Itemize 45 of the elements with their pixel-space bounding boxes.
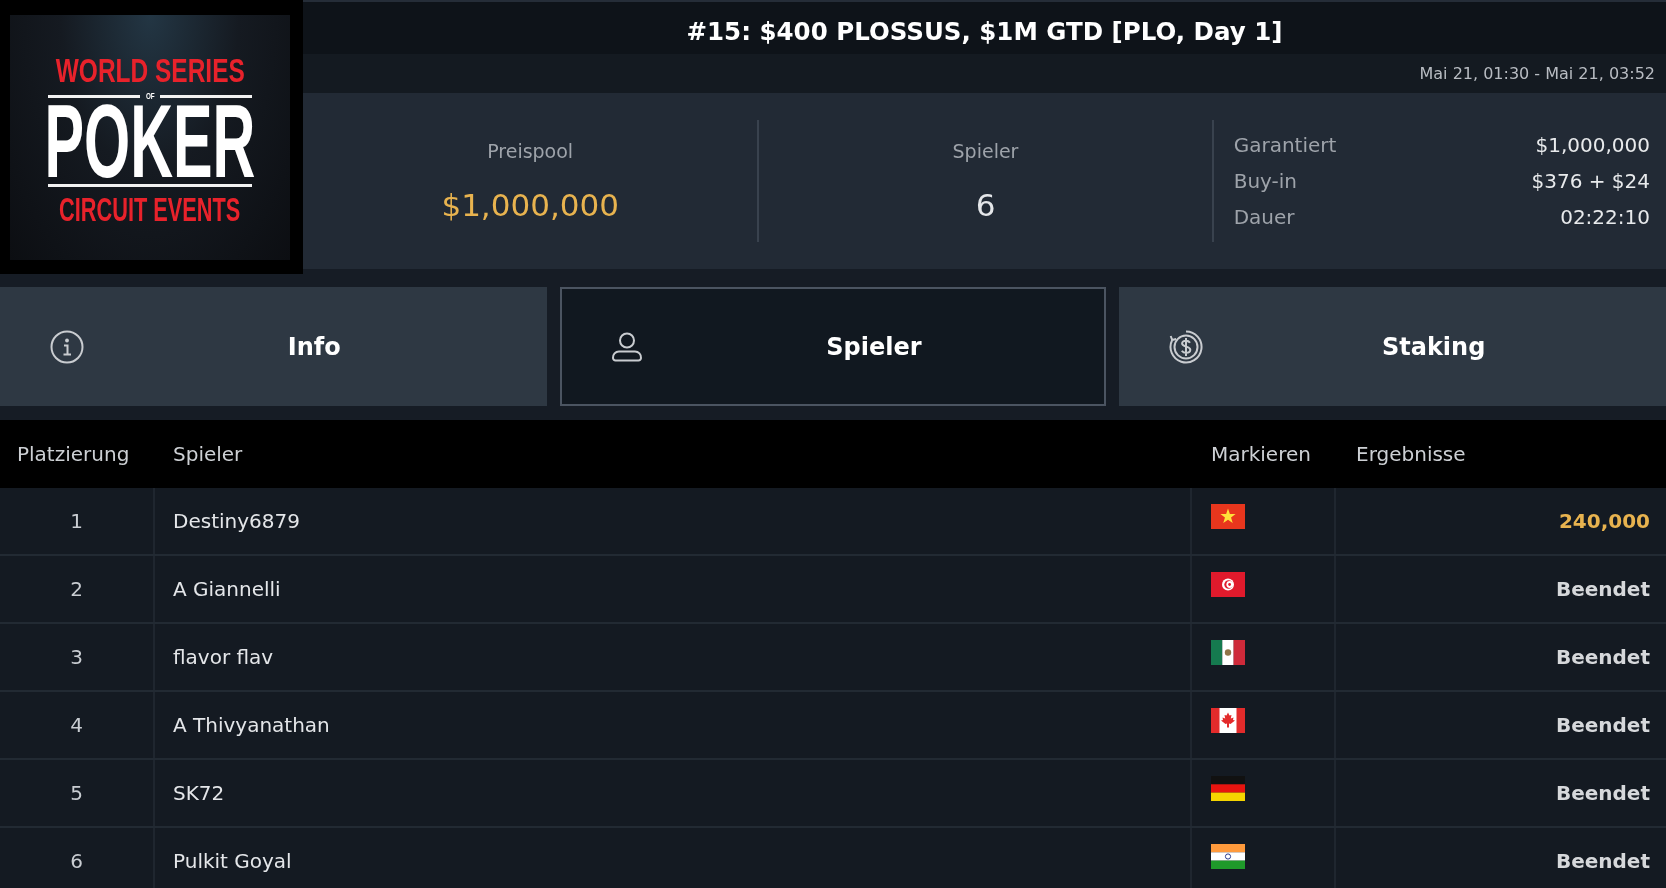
detail-label: Buy-in <box>1233 169 1297 193</box>
player-cell: Destiny6879 <box>153 488 1190 554</box>
result-cell: 240,000 <box>1334 488 1666 554</box>
rank-cell-text: 5 <box>69 780 84 807</box>
schedule-text: Mai 21, 01:30 - Mai 21, 03:52 <box>1419 64 1655 83</box>
detail-value: $1,000,000 <box>1535 133 1650 157</box>
result-cell: Beendet <box>1334 692 1666 758</box>
result-cell: Beendet <box>1334 828 1666 888</box>
rank-cell-text: 6 <box>69 848 84 875</box>
result-cell: Beendet <box>1334 624 1666 690</box>
maple-leaf-flag-icon <box>1211 708 1245 733</box>
detail-label: Dauer <box>1233 205 1295 229</box>
player-cell: SK72 <box>153 760 1190 826</box>
crescent-flag-icon <box>1211 572 1245 597</box>
column-header: Spieler <box>172 442 244 466</box>
prize-pool-value: $1,000,000 <box>441 188 619 222</box>
column-header: Platzierung <box>16 442 131 466</box>
striped-flag-icon <box>1211 844 1245 869</box>
striped-flag-icon <box>1211 776 1245 801</box>
tricolor-flag-icon <box>1211 640 1245 665</box>
info-icon <box>50 329 84 364</box>
result-cell: Beendet <box>1334 556 1666 622</box>
dollar-coin-icon <box>1169 329 1204 364</box>
tab[interactable]: Spieler <box>559 287 1107 406</box>
result-cell: Beendet <box>1334 760 1666 826</box>
column-header: Markieren <box>1210 442 1312 466</box>
player-cell: A Giannelli <box>153 556 1190 622</box>
rank-cell-text: 4 <box>69 712 84 739</box>
event-title: #15: $400 PLOSSUS, $1M GTD [PLO, Day 1] <box>686 16 1283 46</box>
rank-cell-text: 2 <box>69 576 84 603</box>
prize-pool-label: Preispool <box>487 140 574 162</box>
players-label: Spieler <box>952 140 1019 162</box>
players-count: 6 <box>975 188 996 222</box>
player-cell: Pulkit Goyal <box>153 828 1190 888</box>
tab[interactable]: Info <box>0 287 547 406</box>
detail-label: Garantiert <box>1233 133 1337 157</box>
column-header: Ergebnisse <box>1355 442 1467 466</box>
detail-value: 02:22:10 <box>1560 205 1650 229</box>
rank-cell-text: 3 <box>69 644 84 671</box>
star-flag-icon <box>1211 504 1245 529</box>
rank-cell-text: 1 <box>69 508 84 535</box>
player-cell: flavor flav <box>153 624 1190 690</box>
tab[interactable]: Staking <box>1119 287 1666 406</box>
player-cell: A Thivyanathan <box>153 692 1190 758</box>
detail-value: $376 + $24 <box>1531 169 1650 193</box>
